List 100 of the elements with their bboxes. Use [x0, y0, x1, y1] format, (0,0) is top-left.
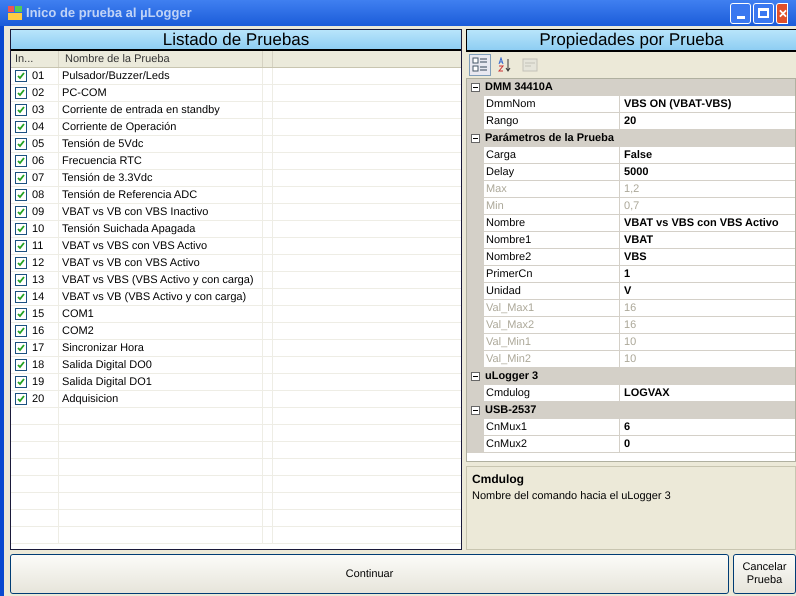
test-name: Corriente de entrada en standby — [59, 102, 263, 118]
close-button[interactable] — [776, 2, 788, 24]
test-name: Tensión de 5Vdc — [59, 136, 263, 152]
collapse-toggle[interactable] — [471, 83, 480, 92]
checkbox[interactable] — [15, 87, 27, 99]
collapse-toggle[interactable] — [471, 372, 480, 381]
property-name[interactable]: Cmdulog — [484, 385, 620, 401]
panel-title: Propiedades por Prueba — [466, 29, 796, 52]
test-name: Tensión de 3.3Vdc — [59, 170, 263, 186]
property-value[interactable]: 1 — [620, 266, 795, 282]
test-name: COM1 — [59, 306, 263, 322]
property-name[interactable]: Delay — [484, 164, 620, 180]
panel-title: Listado de Pruebas — [11, 30, 461, 51]
sort-icon — [497, 57, 513, 73]
toolbar-button[interactable] — [469, 54, 491, 76]
property-name[interactable]: Unidad — [484, 283, 620, 299]
test-name: VBAT vs VBS con VBS Activo — [59, 238, 263, 254]
test-name: Corriente de Operación — [59, 119, 263, 135]
property-value[interactable]: 20 — [620, 113, 795, 129]
category-name: Parámetros de la Prueba — [485, 131, 614, 146]
property-name[interactable]: CnMux1 — [484, 419, 620, 435]
checkbox[interactable] — [15, 325, 27, 337]
test-name: VBAT vs VB con VBS Inactivo — [59, 204, 263, 220]
property-pages-icon — [522, 57, 538, 73]
collapse-toggle[interactable] — [471, 134, 480, 143]
maximize-button[interactable] — [753, 2, 774, 24]
checkbox[interactable] — [15, 206, 27, 218]
test-name: VBAT vs VB (VBS Activo y con carga) — [59, 289, 263, 305]
window-title: Inico de prueba al µLogger — [26, 4, 192, 22]
checkbox[interactable] — [15, 138, 27, 150]
property-value[interactable]: False — [620, 147, 795, 163]
test-number: 10 — [32, 222, 44, 237]
test-number: 02 — [32, 86, 44, 101]
property-value[interactable]: VBAT vs VBS con VBS Activo — [620, 215, 795, 231]
property-value[interactable]: VBAT — [620, 232, 795, 248]
property-value[interactable]: VBS ON (VBAT-VBS) — [620, 96, 795, 112]
checkbox[interactable] — [15, 359, 27, 371]
checkbox[interactable] — [15, 240, 27, 252]
test-name: Sincronizar Hora — [59, 340, 263, 356]
checkbox[interactable] — [15, 70, 27, 82]
property-value[interactable]: V — [620, 283, 795, 299]
checkbox[interactable] — [15, 189, 27, 201]
property-name[interactable]: CnMux2 — [484, 436, 620, 452]
checkbox[interactable] — [15, 104, 27, 116]
checkbox[interactable] — [15, 121, 27, 133]
test-name: PC-COM — [59, 85, 263, 101]
minimize-button[interactable] — [730, 2, 751, 24]
checkbox[interactable] — [15, 274, 27, 286]
test-number: 04 — [32, 120, 44, 135]
test-number: 06 — [32, 154, 44, 169]
test-number: 18 — [32, 358, 44, 373]
checkbox[interactable] — [15, 393, 27, 405]
checkbox[interactable] — [15, 308, 27, 320]
close-icon — [779, 8, 787, 18]
test-number: 05 — [32, 137, 44, 152]
continue-button[interactable]: Continuar — [10, 554, 729, 594]
checkbox[interactable] — [15, 342, 27, 354]
property-value[interactable]: 5000 — [620, 164, 795, 180]
column-header[interactable]: Nombre de la Prueba — [59, 51, 263, 67]
column-header[interactable]: In... — [11, 51, 59, 67]
property-value[interactable]: LOGVAX — [620, 385, 795, 401]
test-name: Frecuencia RTC — [59, 153, 263, 169]
checkbox[interactable] — [15, 291, 27, 303]
checkbox[interactable] — [15, 376, 27, 388]
test-name: Tensión de Referencia ADC — [59, 187, 263, 203]
checkbox[interactable] — [15, 257, 27, 269]
checkbox[interactable] — [15, 223, 27, 235]
test-number: 20 — [32, 392, 44, 407]
property-value[interactable]: 6 — [620, 419, 795, 435]
test-number: 11 — [32, 239, 44, 254]
collapse-toggle[interactable] — [471, 406, 480, 415]
property-name[interactable]: PrimerCn — [484, 266, 620, 282]
test-number: 12 — [32, 256, 44, 271]
property-name[interactable]: Nombre2 — [484, 249, 620, 265]
test-number: 14 — [32, 290, 44, 305]
category-name: DMM 34410A — [485, 80, 553, 96]
checkbox[interactable] — [15, 172, 27, 184]
test-number: 16 — [32, 324, 44, 339]
test-name: VBAT vs VBS (VBS Activo y con carga) — [59, 272, 263, 288]
test-number: 03 — [32, 103, 44, 118]
test-number: 13 — [32, 273, 44, 288]
description-text: Nombre del comando hacia el uLogger 3 — [472, 489, 672, 504]
property-value[interactable]: 0 — [620, 436, 795, 452]
app-icon — [8, 6, 22, 20]
test-number: 08 — [32, 188, 44, 203]
test-number: 19 — [32, 375, 44, 390]
checkbox[interactable] — [15, 155, 27, 167]
test-number: 09 — [32, 205, 44, 220]
property-name[interactable]: DmmNom — [484, 96, 620, 112]
categorized-icon — [472, 57, 488, 73]
test-name: Adquisicion — [59, 391, 263, 407]
test-number: 15 — [32, 307, 44, 322]
property-name[interactable]: Carga — [484, 147, 620, 163]
property-name[interactable]: Nombre1 — [484, 232, 620, 248]
property-value[interactable]: VBS — [620, 249, 795, 265]
category-name: uLogger 3 — [485, 369, 538, 384]
test-number: 01 — [32, 69, 44, 84]
property-name[interactable]: Nombre — [484, 215, 620, 231]
property-name[interactable]: Rango — [484, 113, 620, 129]
cancel-button[interactable]: Cancelar Prueba — [733, 554, 796, 594]
